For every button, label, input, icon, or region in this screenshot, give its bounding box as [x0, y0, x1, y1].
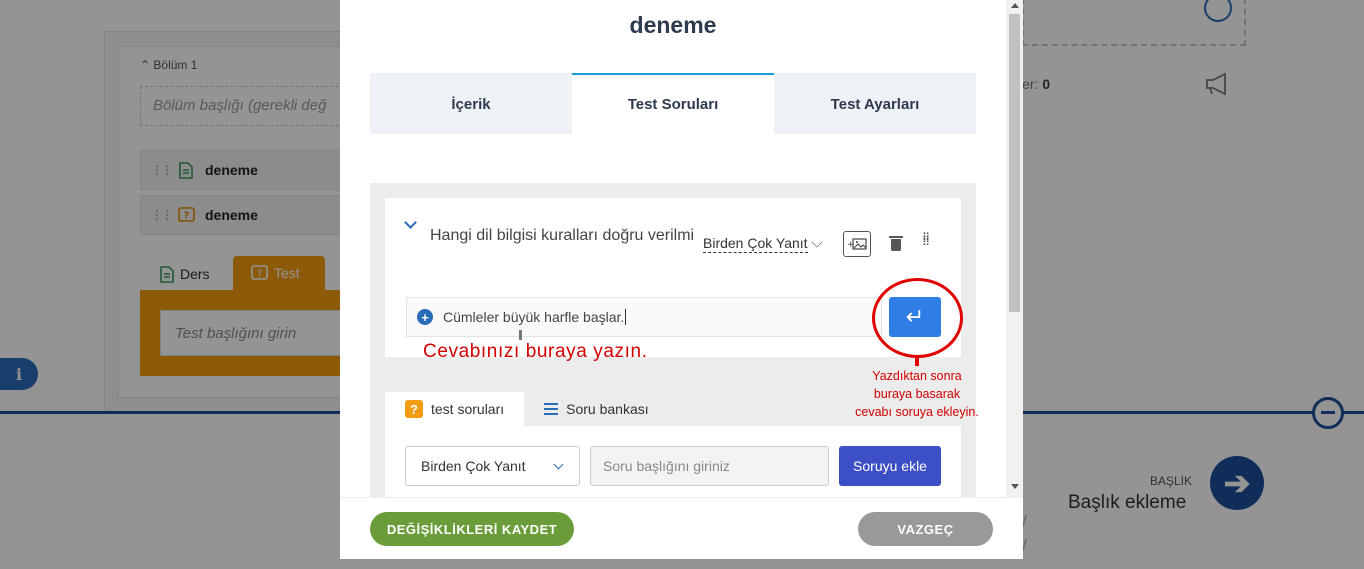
question-badge-icon: ? — [405, 400, 423, 418]
modal-tabs: İçerik Test Soruları Test Ayarları — [370, 73, 976, 134]
annotation-highlight-circle — [872, 278, 963, 358]
question-title-input[interactable] — [590, 446, 829, 486]
annotation-pointer — [915, 357, 919, 366]
tab-test-sorulari[interactable]: Test Soruları — [572, 73, 774, 134]
answer-input-value: Cümleler büyük harfle başlar. — [443, 309, 627, 325]
drag-handle-icon[interactable]: ⠿ ⠿ — [922, 233, 931, 249]
tab-test-ayarlari[interactable]: Test Ayarları — [774, 73, 976, 134]
annotation-side-note: Yazdıktan sonra buraya basarak cevabı so… — [855, 369, 979, 419]
chevron-down-icon[interactable] — [404, 218, 418, 232]
scroll-up-arrow-icon[interactable] — [1011, 3, 1019, 8]
answer-input[interactable]: + Cümleler büyük harfle başlar. — [406, 297, 882, 337]
save-changes-button[interactable]: DEĞİŞİKLİKLERİ KAYDET — [370, 512, 574, 546]
modal-title: deneme — [629, 12, 717, 38]
list-icon — [544, 403, 559, 415]
question-type-select[interactable]: Birden Çok Yanıt — [405, 446, 580, 486]
plus-circle-icon: + — [417, 309, 433, 325]
text-cursor-icon — [519, 330, 522, 340]
add-image-button[interactable]: + — [843, 231, 871, 257]
question-title[interactable]: Hangi dil bilgisi kuralları doğru verilm… — [430, 227, 696, 245]
sub-tab-label: test soruları — [431, 401, 505, 417]
scrollbar-thumb[interactable] — [1009, 14, 1020, 312]
sub-tab-label: Soru bankası — [566, 401, 649, 417]
trash-icon[interactable] — [889, 236, 903, 252]
scroll-down-arrow-icon[interactable] — [1011, 484, 1019, 489]
tab-test-sorulari-sub[interactable]: ? test soruları — [385, 392, 525, 426]
tab-icerik[interactable]: İçerik — [370, 73, 572, 134]
annotation-main-note: Cevabınızı buraya yazın. — [423, 341, 648, 362]
add-image-icon: + — [847, 238, 867, 250]
add-question-button[interactable]: Soruyu ekle — [839, 446, 941, 486]
cancel-button[interactable]: VAZGEÇ — [858, 512, 993, 546]
question-type-dropdown[interactable]: Birden Çok Yanıt — [703, 235, 808, 253]
tab-soru-bankasi[interactable]: Soru bankası — [524, 392, 669, 426]
test-editor-modal: deneme İçerik Test Soruları Test Ayarlar… — [340, 0, 1023, 559]
question-source-tabs: ? test soruları Soru bankası — [385, 392, 669, 426]
